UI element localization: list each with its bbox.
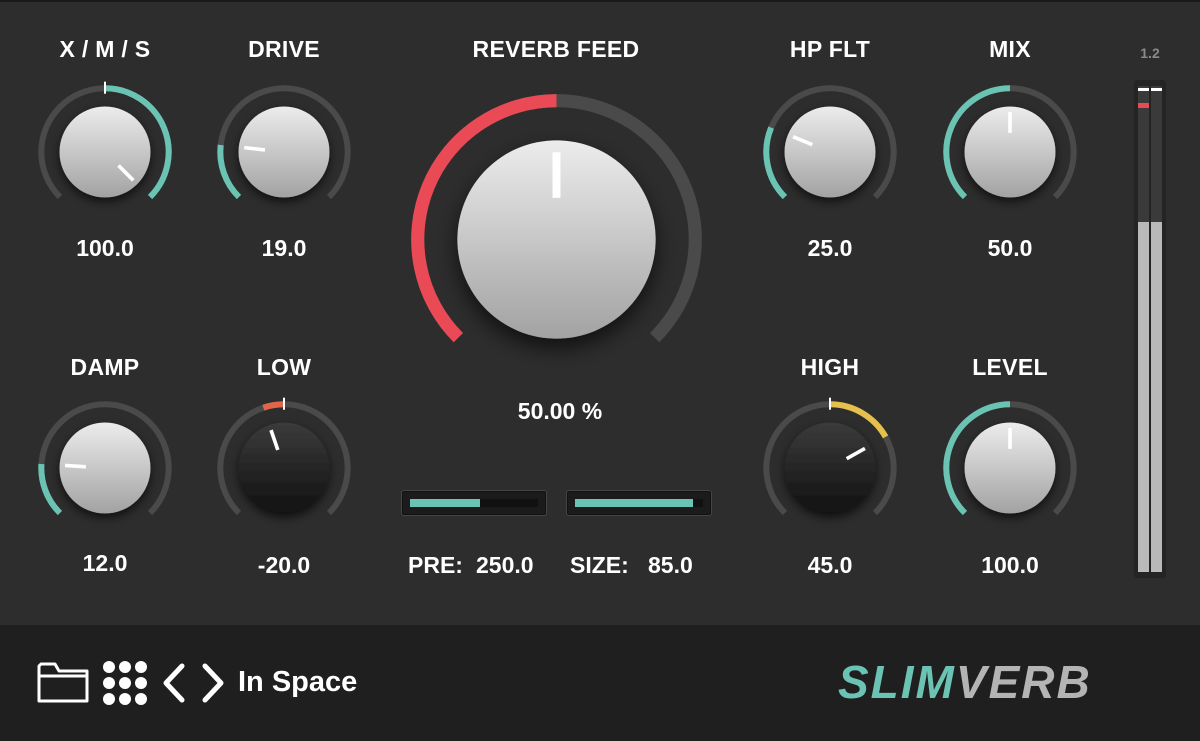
knob-value-arc	[217, 144, 242, 200]
damp-value: 12.0	[82, 550, 128, 576]
size-label: SIZE:	[570, 552, 629, 578]
svg-text:SLIMVERB: SLIMVERB	[838, 656, 1092, 706]
level-knob[interactable]	[940, 398, 1080, 538]
knob-value-arc	[262, 401, 285, 411]
mix-value: 50.0	[987, 235, 1033, 261]
output-meter	[1134, 80, 1166, 578]
low-value: -20.0	[257, 552, 311, 578]
pre-delay-label: PRE:	[408, 552, 463, 578]
grid-dot	[103, 677, 115, 689]
meter-peak-right	[1151, 88, 1162, 91]
grid-dot	[135, 677, 147, 689]
knob-indicator	[64, 463, 87, 469]
size-fill	[575, 499, 693, 507]
size-value: 85.0	[648, 552, 693, 578]
high-knob[interactable]	[760, 397, 900, 538]
hp-flt-label: HP FLT	[789, 36, 871, 62]
reverb-feed-label: REVERB FEED	[472, 36, 640, 62]
folder-icon[interactable]	[37, 660, 89, 709]
high-label: HIGH	[800, 354, 860, 380]
meter-scale-label: 1.2	[1140, 45, 1160, 61]
damp-knob[interactable]	[35, 398, 175, 538]
pre-delay-value: 250.0	[476, 552, 534, 578]
meter-channel-left	[1138, 86, 1149, 572]
top-border	[0, 0, 1200, 2]
drive-value: 19.0	[261, 235, 307, 261]
level-value: 100.0	[981, 552, 1039, 578]
knob-value-arc	[38, 463, 63, 516]
xms-label: X / M / S	[59, 36, 151, 62]
reverb-feed-knob[interactable]	[404, 87, 709, 392]
meter-level-left	[1138, 222, 1149, 572]
xms-knob[interactable]	[35, 81, 175, 222]
grid-dot	[135, 693, 147, 705]
low-knob[interactable]	[214, 397, 354, 538]
damp-label: DAMP	[70, 354, 140, 380]
grid-dot	[119, 661, 131, 673]
logo-verb: VERB	[956, 656, 1092, 706]
level-label: LEVEL	[972, 354, 1048, 380]
pre-delay-track	[410, 499, 538, 507]
meter-level-right	[1151, 222, 1162, 572]
chevron-right-icon[interactable]	[199, 662, 227, 709]
hp-flt-value: 25.0	[807, 235, 853, 261]
grid-dot	[135, 661, 147, 673]
plugin-window: X / M / S DRIVE HP FLT MIX DAMP LOW HIGH…	[0, 0, 1200, 741]
pre-delay-slider[interactable]	[401, 490, 547, 516]
reverb-feed-value: 50.00 %	[517, 398, 603, 424]
knob-indicator	[244, 145, 266, 152]
logo-slim: SLIM	[838, 656, 956, 706]
meter-clip-left	[1138, 103, 1149, 108]
knob-cap	[238, 106, 330, 198]
low-label: LOW	[256, 354, 312, 380]
size-slider[interactable]	[566, 490, 712, 516]
pre-delay-fill	[410, 499, 481, 507]
grid-icon[interactable]	[102, 660, 148, 711]
drive-knob[interactable]	[214, 82, 354, 222]
slimverb-logo: SLIMVERB	[838, 656, 1168, 711]
preset-name[interactable]: In Space	[238, 666, 357, 699]
chevron-left-icon[interactable]	[160, 662, 188, 709]
knob-value-arc	[763, 126, 788, 200]
hp-flt-knob[interactable]	[760, 82, 900, 222]
knob-cap	[784, 422, 876, 514]
meter-peak-left	[1138, 88, 1149, 91]
meter-channel-right	[1151, 86, 1162, 572]
size-track	[575, 499, 703, 507]
knob-cap	[238, 422, 330, 514]
drive-label: DRIVE	[248, 36, 320, 62]
knob-cap	[59, 106, 151, 198]
grid-dot	[103, 661, 115, 673]
mix-label: MIX	[989, 36, 1031, 62]
xms-value: 100.0	[76, 235, 134, 261]
grid-dot	[119, 677, 131, 689]
mix-knob[interactable]	[940, 82, 1080, 222]
grid-dot	[103, 693, 115, 705]
high-value: 45.0	[807, 552, 853, 578]
knob-cap	[784, 106, 876, 198]
grid-dot	[119, 693, 131, 705]
knob-cap	[59, 422, 151, 514]
